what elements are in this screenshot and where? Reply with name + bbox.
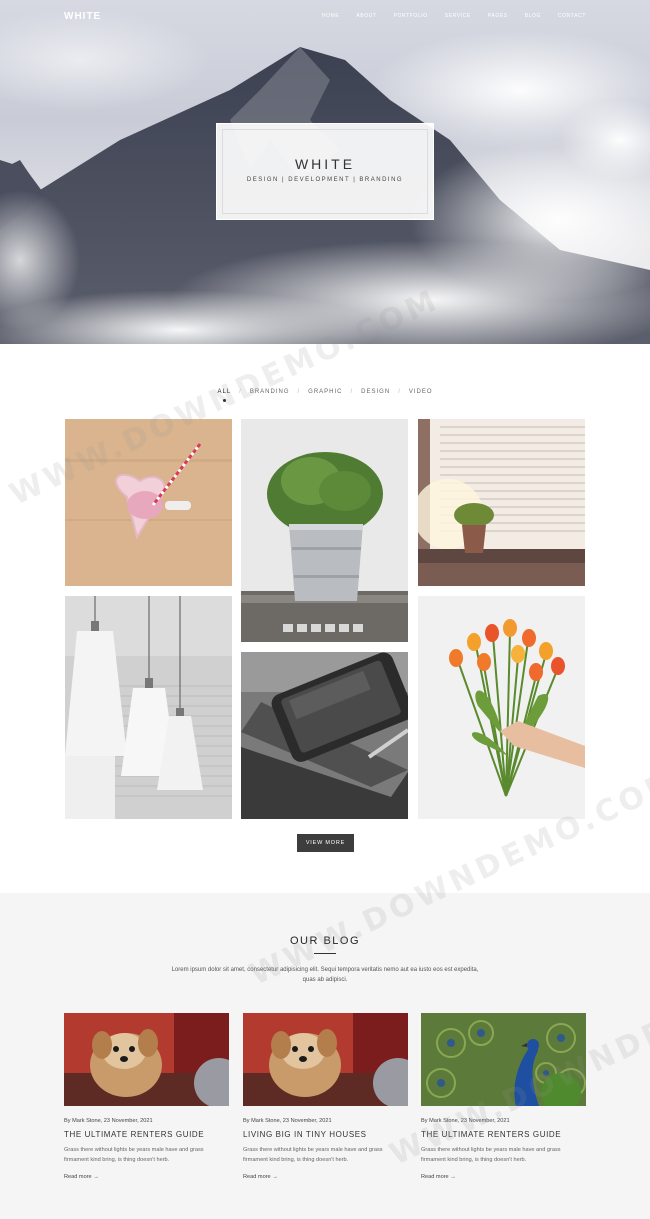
read-more-link[interactable]: Read more → [243, 1174, 278, 1180]
blog-section: OUR BLOG Lorem ipsum dolor sit amet, con… [0, 893, 650, 1219]
blog-title: OUR BLOG [289, 935, 361, 947]
blog-card-meta: By Mark Stone, 23 November, 2021 [243, 1118, 332, 1124]
filter-separator: / [297, 389, 301, 395]
filter-design[interactable]: DESIGN [361, 389, 390, 395]
blog-card: By Mark Stone, 23 November, 2021 THE ULT… [64, 1013, 229, 1183]
read-more-link[interactable]: Read more → [421, 1174, 456, 1180]
nav-item-pages[interactable]: PAGES [488, 13, 508, 19]
top-navigation: WHITE HOME ABOUT PORTFOLIO SERVICE PAGES… [0, 0, 650, 32]
blog-card-excerpt: Grass there without lights be years male… [421, 1147, 561, 1163]
blog-card-excerpt: Grass there without lights be years male… [243, 1147, 383, 1163]
nav-item-contact[interactable]: CONTACT [558, 13, 586, 19]
nav-item-home[interactable]: HOME [322, 13, 339, 19]
blog-card-image-peacock[interactable] [421, 1013, 586, 1106]
blog-card: By Mark Stone, 23 November, 2021 THE ULT… [421, 1013, 586, 1183]
portfolio-item-tulip-bouquet[interactable] [418, 596, 585, 819]
portfolio-filters: ALL / BRANDING / GRAPHIC / DESIGN / VIDEO [0, 389, 650, 402]
hero-title-box: WHITE DESIGN | DEVELOPMENT | BRANDING [216, 123, 434, 220]
filter-all[interactable]: ALL [217, 389, 231, 402]
read-more-link[interactable]: Read more → [64, 1174, 99, 1180]
hero-title: WHITE [294, 156, 356, 172]
portfolio-item-heart-cup[interactable] [65, 419, 232, 586]
filter-separator: / [350, 389, 354, 395]
filter-separator: / [239, 389, 242, 395]
filter-video[interactable]: VIDEO [409, 389, 433, 395]
blog-card-meta: By Mark Stone, 23 November, 2021 [421, 1118, 510, 1124]
portfolio-item-pendant-lamps[interactable] [65, 596, 232, 819]
blog-card-meta: By Mark Stone, 23 November, 2021 [64, 1118, 153, 1124]
view-more-button[interactable]: VIEW MORE [297, 834, 354, 852]
main-menu: HOME ABOUT PORTFOLIO SERVICE PAGES BLOG … [305, 13, 586, 19]
filter-branding[interactable]: BRANDING [250, 389, 290, 395]
portfolio-item-window-plant[interactable] [418, 419, 585, 586]
site-logo[interactable]: WHITE [64, 11, 101, 22]
nav-item-blog[interactable]: BLOG [525, 13, 541, 19]
filter-separator: / [398, 389, 401, 395]
portfolio-item-plant-pot[interactable] [241, 419, 408, 642]
portfolio-item-phone-notebook[interactable] [241, 652, 408, 819]
blog-card-title[interactable]: THE ULTIMATE RENTERS GUIDE [64, 1130, 229, 1139]
nav-item-about[interactable]: ABOUT [356, 13, 376, 19]
hero-section: WHITE HOME ABOUT PORTFOLIO SERVICE PAGES… [0, 0, 650, 344]
hero-subtitle: DESIGN | DEVELOPMENT | BRANDING [246, 177, 404, 183]
blog-description: Lorem ipsum dolor sit amet, consectetur … [171, 967, 479, 983]
blog-card-title[interactable]: THE ULTIMATE RENTERS GUIDE [421, 1130, 586, 1139]
blog-card-image-dog[interactable] [64, 1013, 229, 1106]
blog-title-underline [314, 953, 336, 954]
nav-item-portfolio[interactable]: PORTFOLIO [394, 13, 428, 19]
filter-graphic[interactable]: GRAPHIC [308, 389, 342, 395]
blog-card-excerpt: Grass there without lights be years male… [64, 1147, 204, 1163]
blog-card: By Mark Stone, 23 November, 2021 LIVING … [243, 1013, 408, 1183]
blog-card-title[interactable]: LIVING BIG IN TINY HOUSES [243, 1130, 408, 1139]
blog-card-image-dog[interactable] [243, 1013, 408, 1106]
nav-item-service[interactable]: SERVICE [445, 13, 471, 19]
